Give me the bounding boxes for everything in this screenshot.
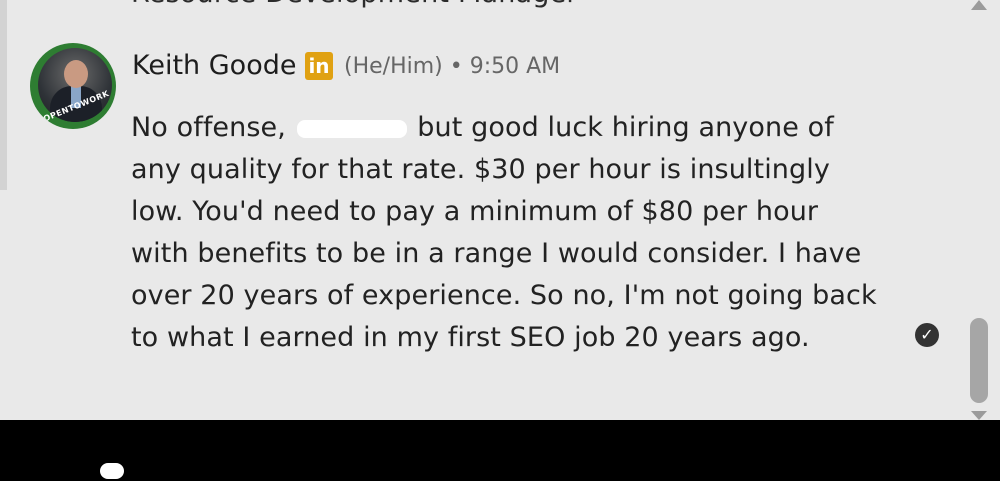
message-line: with benefits to be in a range I would c… [131, 238, 862, 269]
chat-panel: Resource Development Manager #OPENTOWORK… [0, 0, 1000, 420]
redacted-name [296, 119, 407, 138]
meta-separator: • [449, 54, 463, 79]
message-body: No offense, but good luck hiring anyone … [131, 107, 877, 359]
author-name[interactable]: Keith Goode [132, 50, 296, 81]
scroll-thumb[interactable] [970, 318, 988, 403]
message-line: over 20 years of experience. So no, I'm … [131, 280, 877, 311]
taskbar-icon[interactable] [100, 463, 124, 479]
message-line: No offense, but good luck hiring anyone … [131, 112, 834, 143]
message-line: to what I earned in my first SEO job 20 … [131, 322, 810, 353]
left-scroll-edge [0, 0, 7, 190]
avatar[interactable]: #OPENTOWORK [30, 43, 116, 129]
linkedin-icon: in [305, 52, 333, 80]
message-line: low. You'd need to pay a minimum of $80 … [131, 196, 819, 227]
pronouns: (He/Him) [344, 54, 443, 79]
timestamp: 9:50 AM [469, 54, 561, 79]
scroll-down-icon[interactable] [971, 411, 987, 420]
message-line: any quality for that rate. $30 per hour … [131, 154, 830, 185]
check-circle-icon: ✓ [915, 323, 939, 347]
scroll-up-icon[interactable] [971, 0, 987, 10]
previous-message-text: Resource Development Manager [131, 0, 578, 9]
author-meta: (He/Him) • 9:50 AM [344, 54, 560, 79]
